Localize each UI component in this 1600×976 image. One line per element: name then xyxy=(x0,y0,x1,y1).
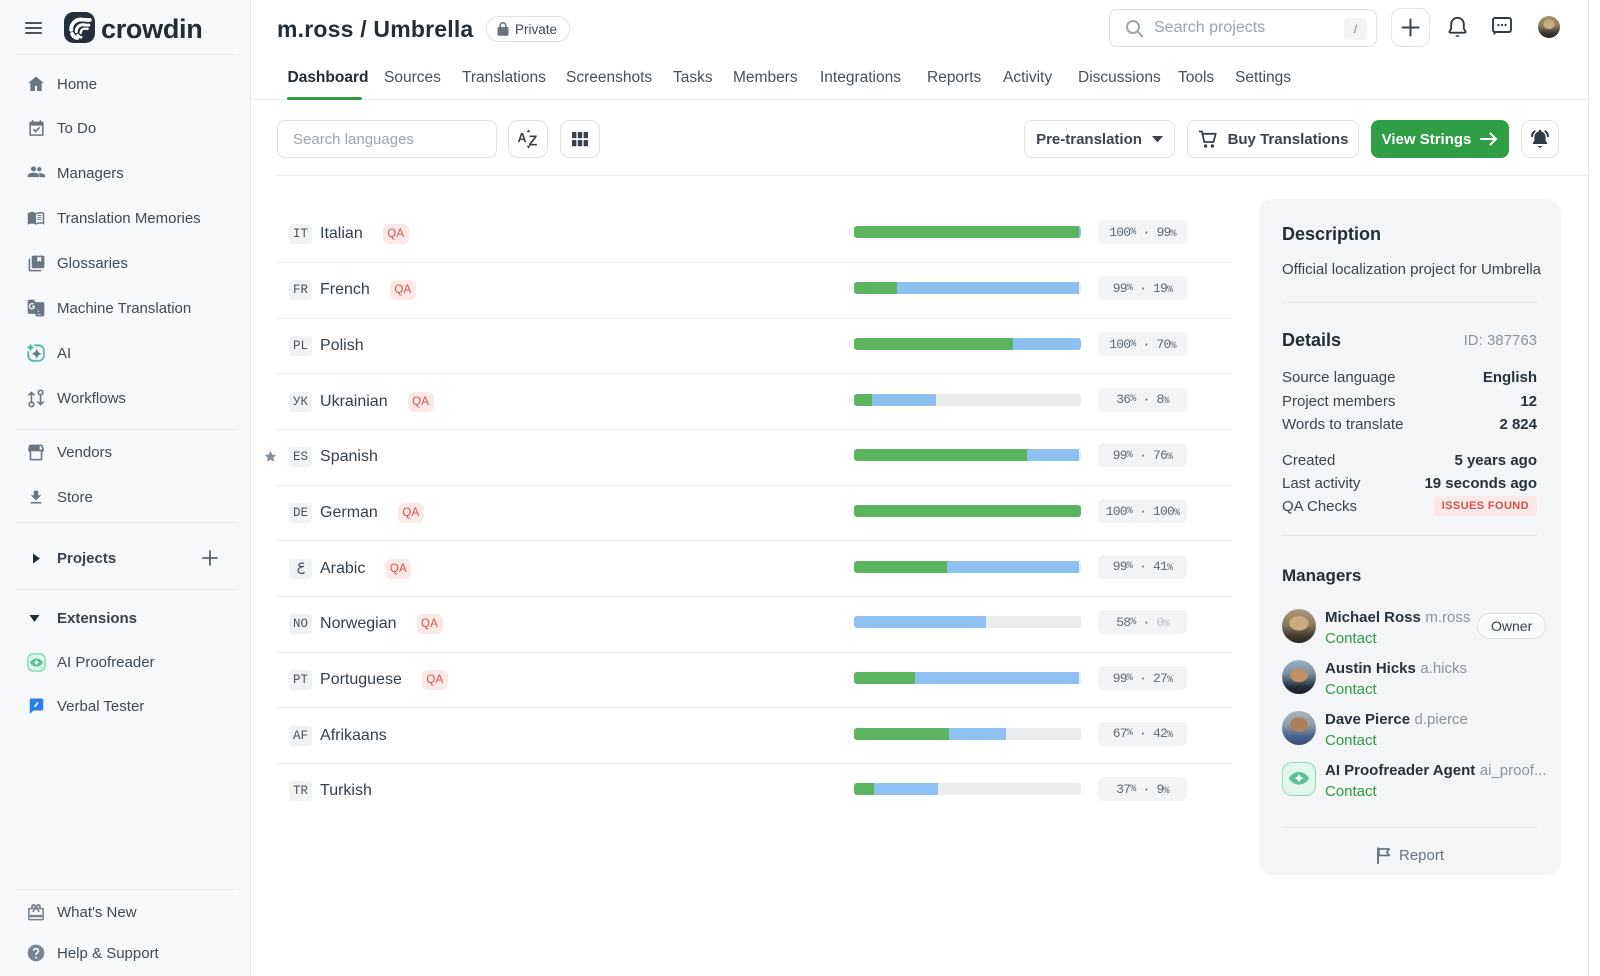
svg-text:Z: Z xyxy=(529,134,538,150)
svg-text:A: A xyxy=(518,131,527,145)
